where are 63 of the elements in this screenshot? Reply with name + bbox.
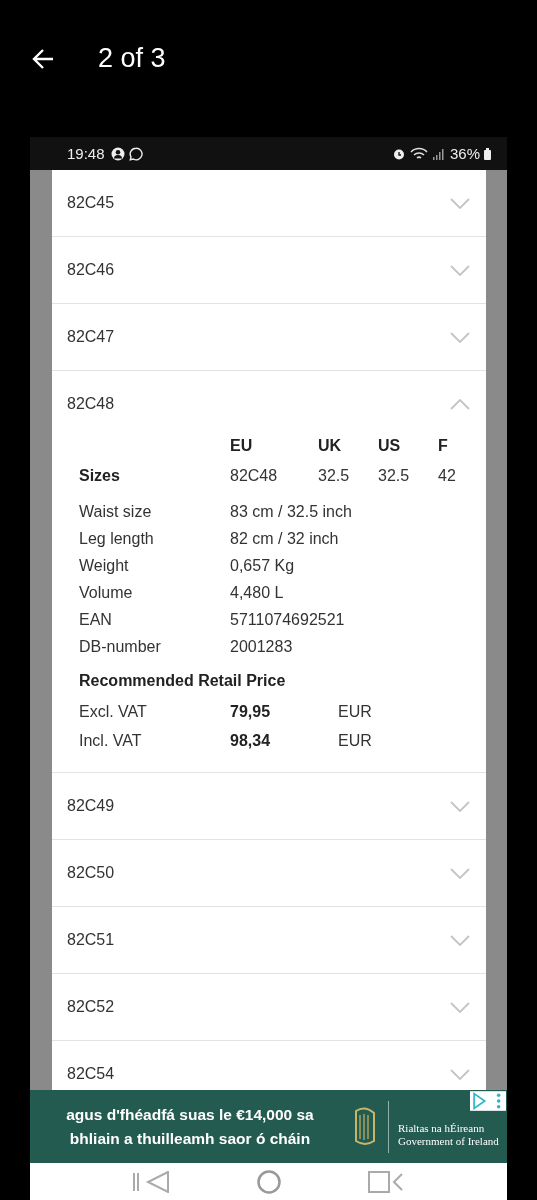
home-icon[interactable] bbox=[256, 1168, 283, 1195]
price-heading: Recommended Retail Price bbox=[79, 672, 287, 690]
row-label: Sizes bbox=[79, 467, 121, 485]
price-label: Excl. VAT bbox=[79, 703, 148, 721]
size-value: 32.5 bbox=[378, 467, 411, 485]
size-row[interactable]: 82C45 bbox=[52, 170, 486, 236]
size-row[interactable]: 82C52 bbox=[52, 974, 486, 1040]
size-code: 82C54 bbox=[67, 1065, 115, 1083]
size-code: 82C52 bbox=[67, 998, 115, 1016]
price-amount: 98,34 bbox=[230, 732, 272, 750]
currency: EUR bbox=[338, 703, 373, 721]
signal-icon bbox=[431, 146, 444, 161]
spec-label: Volume bbox=[79, 584, 134, 602]
spec-value: 0,657 Kg bbox=[230, 557, 296, 575]
spec-value: 83 cm / 32.5 inch bbox=[230, 503, 352, 521]
harp-icon bbox=[352, 1106, 378, 1147]
size-code: 82C48 bbox=[67, 395, 115, 413]
currency: EUR bbox=[338, 732, 373, 750]
price-label: Incl. VAT bbox=[79, 732, 143, 750]
battery-icon bbox=[484, 147, 491, 160]
size-row[interactable]: 82C54 bbox=[52, 1041, 486, 1090]
ad-choices-icon[interactable] bbox=[470, 1091, 506, 1111]
status-time: 19:48 bbox=[67, 145, 105, 162]
column-header: UK bbox=[318, 437, 343, 455]
column-header: EU bbox=[230, 437, 254, 455]
spec-value: 2001283 bbox=[230, 638, 294, 656]
column-header: US bbox=[378, 437, 402, 455]
spec-value: 4,480 L bbox=[230, 584, 285, 602]
ad-brand-name: Rialtas na hÉireann bbox=[398, 1121, 486, 1135]
wifi-icon bbox=[409, 146, 428, 161]
size-row[interactable]: 82C49 bbox=[52, 773, 486, 839]
size-value: 32.5 bbox=[318, 467, 351, 485]
spec-label: Weight bbox=[79, 557, 130, 575]
size-row[interactable]: 82C46 bbox=[52, 237, 486, 303]
ad-banner[interactable]: agus d'fhéadfá suas le €14,000 sa bhliain a thuilleamh saor ó cháin Rialtas na hÉireann Government of Ireland bbox=[30, 1090, 507, 1163]
size-code: 82C45 bbox=[67, 194, 115, 212]
ad-text: agus d'fhéadfá suas le €14,000 sa bhliain a thuilleamh saor ó cháin bbox=[65, 1104, 315, 1149]
size-code: 82C46 bbox=[67, 261, 115, 279]
ad-brand-name: Government of Ireland bbox=[398, 1134, 499, 1148]
battery-percent: 36% bbox=[449, 145, 480, 162]
size-value: 42 bbox=[438, 467, 457, 485]
back-arrow-icon[interactable] bbox=[31, 47, 55, 70]
spec-label: EAN bbox=[79, 611, 113, 629]
size-code: 82C47 bbox=[67, 328, 115, 346]
column-header: F bbox=[438, 437, 449, 455]
spec-label: DB-number bbox=[79, 638, 162, 656]
size-row[interactable]: 82C51 bbox=[52, 907, 486, 973]
size-code: 82C50 bbox=[67, 864, 115, 882]
size-code: 82C49 bbox=[67, 797, 115, 815]
size-value: 82C48 bbox=[230, 467, 279, 485]
chat-bubble-icon bbox=[128, 146, 143, 161]
spec-label: Leg length bbox=[79, 530, 155, 548]
size-row[interactable]: 82C48 bbox=[52, 371, 486, 437]
page-counter: 2 of 3 bbox=[98, 43, 166, 74]
size-row[interactable]: 82C50 bbox=[52, 840, 486, 906]
back-icon[interactable] bbox=[366, 1169, 405, 1194]
spec-value: 82 cm / 32 inch bbox=[230, 530, 340, 548]
price-amount: 79,95 bbox=[230, 703, 272, 721]
spec-value: 5711074692521 bbox=[230, 611, 346, 629]
size-code: 82C51 bbox=[67, 931, 115, 949]
size-row[interactable]: 82C47 bbox=[52, 304, 486, 370]
account-icon bbox=[110, 146, 125, 161]
spec-label: Waist size bbox=[79, 503, 153, 521]
